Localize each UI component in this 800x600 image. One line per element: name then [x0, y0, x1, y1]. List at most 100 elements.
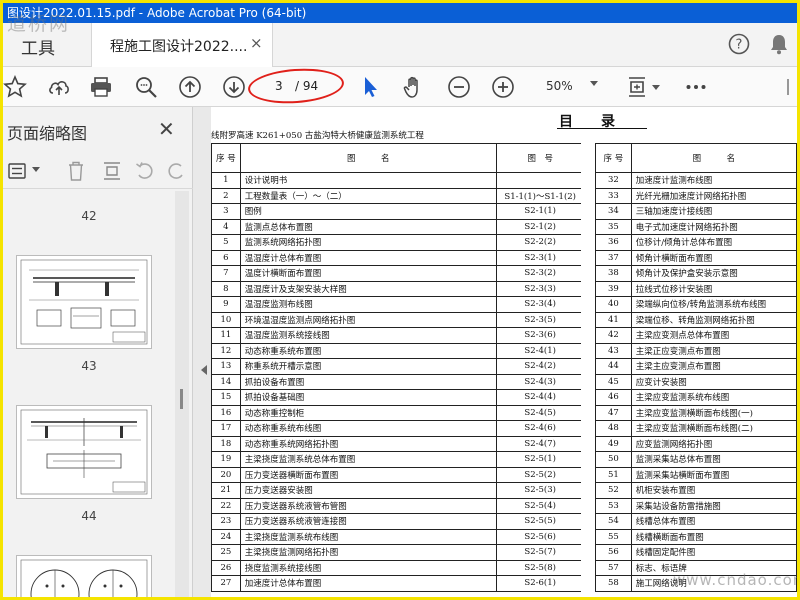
zoom-out-icon[interactable] — [447, 75, 471, 99]
table-cell: S2-1(1) — [495, 203, 585, 220]
table-cell: 5 — [211, 234, 241, 251]
table-cell: 2 — [211, 187, 241, 204]
table-cell: 监测采集站总体布置图 — [630, 451, 797, 468]
thumbnail-scroll-handle[interactable] — [180, 389, 183, 409]
table-cell: 称重系统开槽示意图 — [239, 358, 497, 375]
options-caret-icon[interactable] — [31, 166, 41, 174]
sidebar-collapse-handle[interactable] — [193, 107, 211, 597]
more-options-icon[interactable] — [684, 75, 708, 99]
svg-text:?: ? — [736, 38, 743, 53]
thumbnail-list[interactable]: 42 43 44 — [3, 191, 175, 597]
table-cell: S2-2(2) — [495, 234, 585, 251]
table-cell: 19 — [211, 451, 241, 468]
help-icon[interactable]: ? — [728, 33, 750, 55]
thumbnail-options-icon[interactable] — [7, 161, 27, 181]
table-row: 39 拉线式位移计安装图 — [595, 280, 797, 297]
table-row: 54 线槽总体布置图 — [595, 513, 797, 530]
table-cell: S2-5(5) — [495, 513, 585, 530]
thumbnail-page-44[interactable] — [16, 405, 152, 499]
table-row: 35 电子式加速度计网络拓扑图 — [595, 218, 797, 235]
table-cell: 9 — [211, 296, 241, 313]
thumbnail-page-43[interactable] — [16, 255, 152, 349]
table-cell: S2-5(7) — [495, 544, 585, 561]
zoom-level-select[interactable]: 50% — [546, 79, 573, 93]
table-cell: 57 — [595, 559, 632, 576]
table-cell: 梁端位移、转角监测网络拓扑图 — [630, 311, 797, 328]
collapse-arrow-icon[interactable] — [201, 365, 207, 375]
header-code: 图 号 — [495, 143, 585, 173]
table-cell: 37 — [595, 249, 632, 266]
next-page-icon[interactable] — [222, 75, 246, 99]
toolbar-overflow-icon[interactable] — [786, 75, 796, 99]
notification-bell-icon[interactable] — [769, 33, 789, 55]
table-cell: 加速度计监测布线图 — [630, 172, 797, 189]
cloud-upload-icon[interactable] — [47, 75, 71, 99]
table-cell: 挠度监测系统接线图 — [239, 559, 497, 576]
table-cell: S2-3(6) — [495, 327, 585, 344]
tab-close-icon[interactable]: × — [250, 34, 263, 52]
table-cell: S2-5(3) — [495, 482, 585, 499]
table-row: 55 线槽横断面布置图 — [595, 528, 797, 545]
page-thumbnails-panel: 页面缩略图 ✕ 42 43 44 — [3, 107, 193, 597]
table-row: 25 主梁挠度监测网络拓扑图 S2-5(7) — [211, 544, 585, 561]
table-cell: 45 — [595, 373, 632, 390]
thumbnail-page-45[interactable] — [16, 555, 152, 597]
fit-page-icon[interactable] — [625, 75, 649, 99]
zoom-search-icon[interactable] — [134, 75, 158, 99]
table-cell: 42 — [595, 327, 632, 344]
table-cell: S2-4(4) — [495, 389, 585, 406]
document-view[interactable]: 目 录 线附罗高速 K261+050 古盐沟特大桥健康监测系统工程 序 号 图 … — [211, 107, 797, 597]
table-cell: S2-6(1) — [495, 575, 585, 592]
star-icon[interactable] — [3, 75, 27, 99]
table-cell: 温湿度计总体布置图 — [239, 249, 497, 266]
hand-tool-icon[interactable] — [402, 75, 426, 99]
table-cell: S2-3(1) — [495, 249, 585, 266]
table-row: 37 倾角计横断面布置图 — [595, 249, 797, 266]
table-row: 41 梁端位移、转角监测网络拓扑图 — [595, 311, 797, 328]
table-row: 45 应变计安装图 — [595, 373, 797, 390]
table-cell: 环境温湿度监测点网络拓扑图 — [239, 311, 497, 328]
table-cell: 设计说明书 — [239, 172, 497, 189]
sidebar-close-icon[interactable]: ✕ — [158, 117, 175, 141]
tab-document[interactable]: 程施工图设计2022.... × — [91, 23, 273, 67]
table-row: 20 压力变送器横断面布置图 S2-5(2) — [211, 466, 585, 483]
heading-underline — [557, 128, 647, 129]
table-row: 8 温湿度计及支架安装大样图 S2-3(3) — [211, 280, 585, 297]
table-cell: 56 — [595, 544, 632, 561]
table-row: 22 压力变送器系统液管布管图 S2-5(4) — [211, 497, 585, 514]
delete-page-icon[interactable] — [66, 160, 86, 182]
table-cell: 12 — [211, 342, 241, 359]
table-cell: 主梁挠度监测系统布线图 — [239, 528, 497, 545]
insert-page-icon[interactable] — [102, 160, 122, 182]
select-cursor-icon[interactable] — [358, 75, 382, 99]
zoom-dropdown-caret-icon[interactable] — [590, 81, 598, 86]
table-cell: 35 — [595, 218, 632, 235]
rotate-counterclockwise-icon[interactable] — [134, 160, 156, 182]
table-row: 47 主梁应变监测横断面布线图(一) — [595, 404, 797, 421]
table-cell: S2-4(2) — [495, 358, 585, 375]
table-row: 49 应变监测网络拓扑图 — [595, 435, 797, 452]
rotate-clockwise-icon[interactable] — [165, 160, 187, 182]
zoom-in-icon[interactable] — [491, 75, 515, 99]
table-cell: 49 — [595, 435, 632, 452]
print-icon[interactable] — [89, 75, 113, 99]
table-cell: 22 — [211, 497, 241, 514]
acrobat-window: 图设计2022.01.15.pdf - Adobe Acrobat Pro (6… — [0, 0, 800, 600]
table-cell: 50 — [595, 451, 632, 468]
table-cell: 15 — [211, 389, 241, 406]
tab-tools[interactable]: 工具 — [21, 34, 55, 59]
table-cell: 温湿度计及支架安装大样图 — [239, 280, 497, 297]
thumbnail-drawing — [20, 559, 148, 597]
fit-dropdown-caret-icon[interactable] — [651, 75, 661, 99]
table-row: 2 工程数量表（一）～（二） S1-1(1)～S1-1(2) — [211, 187, 585, 204]
header-name: 图 名 — [239, 143, 497, 173]
table-cell: 倾角计横断面布置图 — [630, 249, 797, 266]
previous-page-icon[interactable] — [178, 75, 202, 99]
table-cell: S2-5(6) — [495, 528, 585, 545]
table-cell: 位移计/倾角计总体布置图 — [630, 234, 797, 251]
table-cell: S2-3(4) — [495, 296, 585, 313]
table-cell: 51 — [595, 466, 632, 483]
table-cell: 7 — [211, 265, 241, 282]
table-cell: 3 — [211, 203, 241, 220]
table-row: 33 光纤光栅加速度计网络拓扑图 — [595, 187, 797, 204]
